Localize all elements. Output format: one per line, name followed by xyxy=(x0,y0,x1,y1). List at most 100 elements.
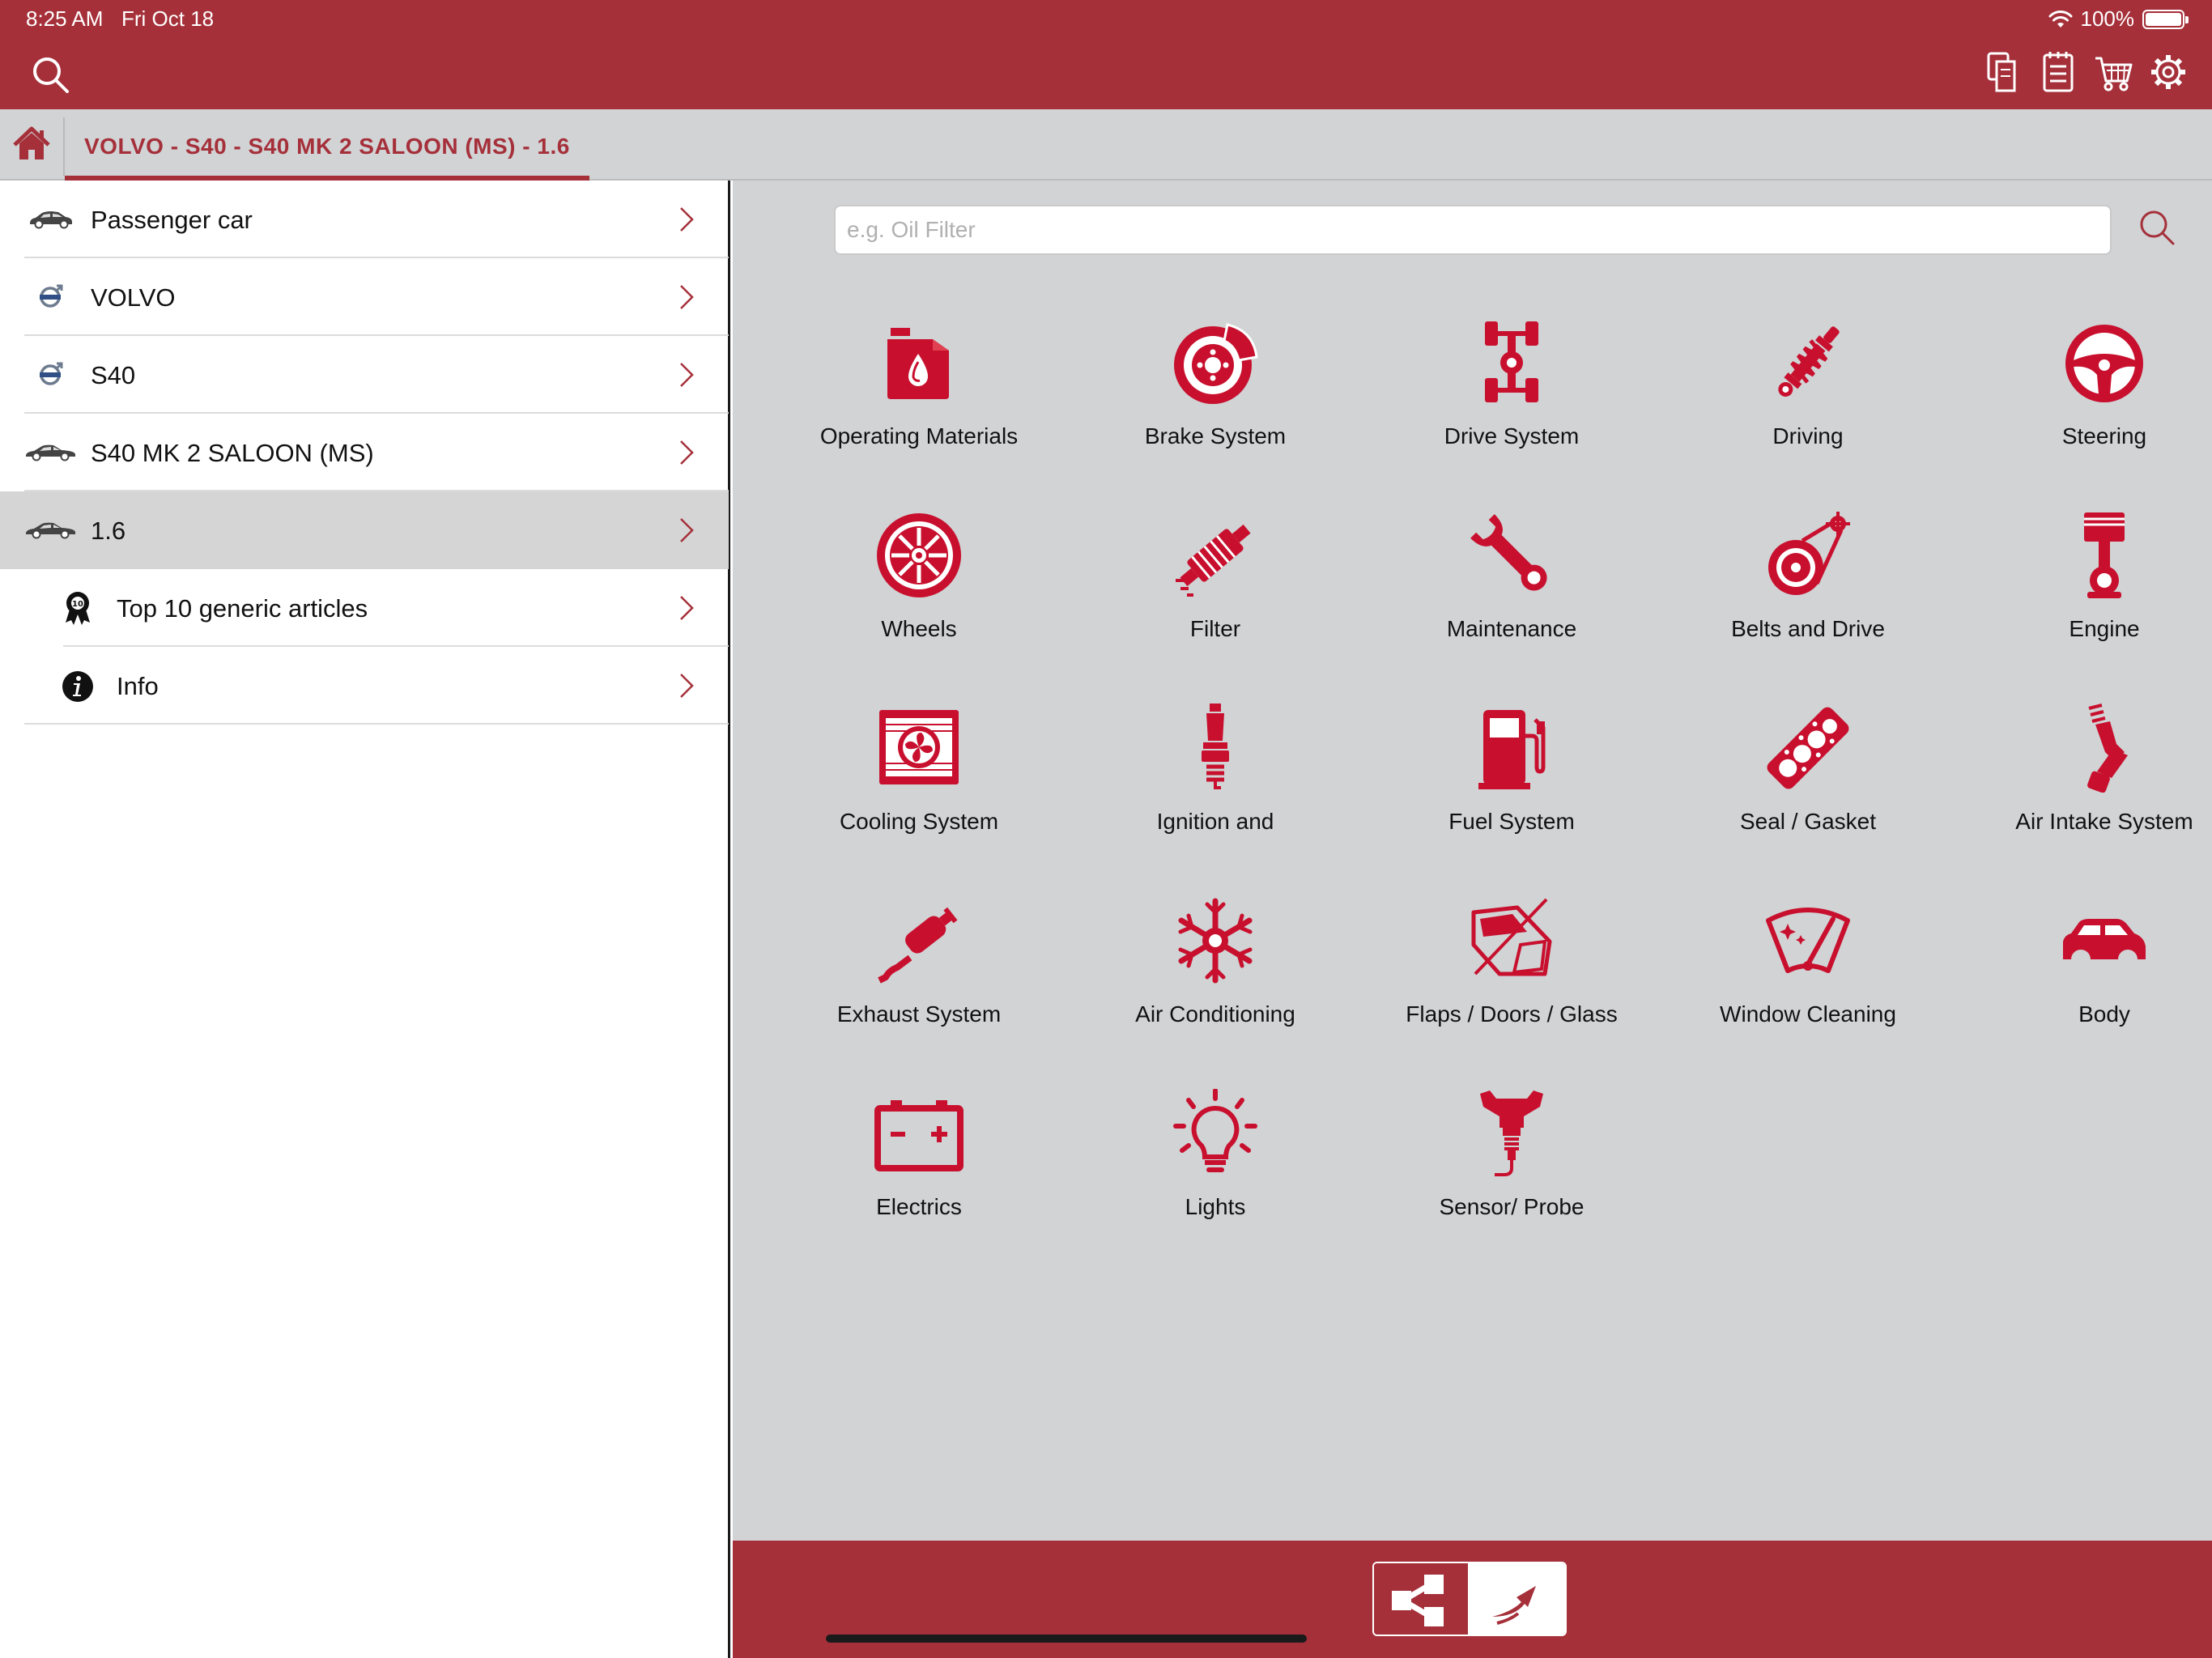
main-panel: Operating Materials Brake System Drive S… xyxy=(733,181,2212,1541)
snowflake-icon xyxy=(1178,898,1253,984)
sidebar-item-label: Passenger car xyxy=(91,206,253,234)
category-label: Fuel System xyxy=(1448,809,1575,834)
category-drive-system[interactable]: Drive System xyxy=(1390,318,1633,480)
radiator-icon xyxy=(879,710,959,784)
category-sensor-probe[interactable]: Sensor/ Probe xyxy=(1390,1089,1633,1251)
category-ignition[interactable]: Ignition and xyxy=(1094,704,1337,865)
category-label: Electrics xyxy=(876,1194,962,1219)
search-icon[interactable] xyxy=(2138,208,2178,249)
category-window-cleaning[interactable]: Window Cleaning xyxy=(1687,896,1929,1058)
category-label: Sensor/ Probe xyxy=(1439,1194,1585,1219)
category-driving[interactable]: Driving xyxy=(1687,318,1929,480)
battery-icon xyxy=(874,1100,963,1171)
chevron-right-icon xyxy=(680,518,694,542)
car-body-icon xyxy=(2063,919,2146,959)
category-label: Engine xyxy=(2069,616,2140,641)
wiper-icon xyxy=(1766,908,1850,973)
arrow-swoosh-icon xyxy=(1492,1586,1536,1625)
category-belts-and-drive[interactable]: Belts and Drive xyxy=(1687,511,1929,673)
volvo-logo-icon xyxy=(40,362,63,385)
category-label: Air Intake System xyxy=(2015,809,2193,834)
category-label: Filter xyxy=(1189,616,1241,641)
air-intake-icon xyxy=(2087,704,2128,793)
chevron-right-icon xyxy=(680,596,694,620)
share-button[interactable] xyxy=(1374,1563,1470,1635)
sidebar-item-volvo[interactable]: VOLVO xyxy=(0,258,729,336)
battery-indicator-icon xyxy=(2142,9,2189,29)
category-steering[interactable]: Steering xyxy=(1983,318,2212,480)
wrench-icon xyxy=(1470,514,1547,591)
category-label: Air Conditioning xyxy=(1135,1001,1295,1027)
category-label: Lights xyxy=(1185,1194,1246,1219)
sensor-icon xyxy=(1480,1090,1543,1176)
category-label: Exhaust System xyxy=(836,1001,1002,1027)
sidebar-item-passenger-car[interactable]: Passenger car xyxy=(0,181,729,258)
sidebar-item-label: Top 10 generic articles xyxy=(117,594,368,623)
view-segmented-control xyxy=(1372,1562,1567,1636)
category-fuel-system[interactable]: Fuel System xyxy=(1390,704,1633,865)
breadcrumb-path[interactable]: VOLVO - S40 - S40 MK 2 SALOON (MS) - 1.6 xyxy=(84,134,570,159)
sidebar-item-top-10[interactable]: 10 Top 10 generic articles xyxy=(0,569,729,647)
sidebar-item-s40-mk2-saloon[interactable]: S40 MK 2 SALOON (MS) xyxy=(0,414,729,491)
sidebar-item-s40[interactable]: S40 xyxy=(0,336,729,414)
sidebar-item-1-6[interactable]: 1.6 xyxy=(0,491,729,569)
cart-icon[interactable] xyxy=(2094,50,2133,94)
documents-icon[interactable] xyxy=(1984,50,2023,94)
toolbar-icons xyxy=(1984,50,2188,94)
chevron-right-icon xyxy=(680,207,694,232)
award-icon: 10 xyxy=(66,592,90,625)
category-electrics[interactable]: Electrics xyxy=(798,1089,1040,1251)
category-lights[interactable]: Lights xyxy=(1094,1089,1337,1251)
category-label: Seal / Gasket xyxy=(1739,809,1877,834)
wifi-icon xyxy=(2048,10,2072,28)
category-exhaust-system[interactable]: Exhaust System xyxy=(798,896,1040,1058)
chevron-right-icon xyxy=(680,440,694,465)
filter-icon xyxy=(1176,524,1251,597)
category-label: Wheels xyxy=(881,616,957,641)
top-bar: 8:25 AM Fri Oct 18 100% xyxy=(0,0,2212,109)
sidebar-item-info[interactable]: Info xyxy=(0,647,729,725)
category-operating-materials[interactable]: Operating Materials xyxy=(798,318,1040,480)
sidebar-item-label: VOLVO xyxy=(91,283,176,312)
category-wheels[interactable]: Wheels xyxy=(798,511,1040,673)
category-cooling-system[interactable]: Cooling System xyxy=(798,704,1040,865)
category-seal-gasket[interactable]: Seal / Gasket xyxy=(1687,704,1929,865)
car-door-icon xyxy=(1471,898,1552,976)
gasket-icon xyxy=(1767,707,1849,789)
drivetrain-icon xyxy=(1485,321,1538,402)
info-icon xyxy=(62,671,93,702)
car-icon xyxy=(30,211,72,229)
chevron-right-icon xyxy=(680,363,694,387)
category-air-conditioning[interactable]: Air Conditioning xyxy=(1094,896,1337,1058)
piston-icon xyxy=(2084,512,2125,598)
category-body[interactable]: Body xyxy=(1983,896,2212,1058)
sidebar-item-label: S40 MK 2 SALOON (MS) xyxy=(91,439,374,467)
category-label: Ignition and xyxy=(1156,809,1274,834)
category-label: Driving xyxy=(1772,423,1844,449)
volvo-logo-icon xyxy=(40,284,63,308)
brake-disc-icon xyxy=(1174,323,1258,404)
gear-icon[interactable] xyxy=(2149,50,2188,94)
sedan-icon xyxy=(26,444,75,461)
search-input[interactable] xyxy=(834,205,2112,255)
category-flaps-doors-glass[interactable]: Flaps / Doors / Glass xyxy=(1390,896,1633,1058)
light-bulb-icon xyxy=(1173,1089,1257,1172)
steering-wheel-icon xyxy=(2065,325,2143,402)
sedan-icon xyxy=(26,522,75,539)
category-air-intake[interactable]: Air Intake System xyxy=(1983,704,2212,865)
notepad-icon[interactable] xyxy=(2039,50,2078,94)
sidebar: Passenger car VOLVO S40 S40 MK 2 SALOON … xyxy=(0,181,730,1658)
search-icon[interactable] xyxy=(31,55,71,96)
category-maintenance[interactable]: Maintenance xyxy=(1390,511,1633,673)
status-time: 8:25 AM xyxy=(26,6,104,31)
category-brake-system[interactable]: Brake System xyxy=(1094,318,1337,480)
category-filter[interactable]: Filter xyxy=(1094,511,1337,673)
chevron-right-icon xyxy=(680,674,694,698)
quick-link-button[interactable] xyxy=(1470,1563,1565,1635)
category-engine[interactable]: Engine xyxy=(1983,511,2212,673)
exhaust-icon xyxy=(878,907,958,984)
svg-text:10: 10 xyxy=(72,600,83,609)
breadcrumb-divider xyxy=(63,117,65,176)
home-icon[interactable] xyxy=(11,124,52,164)
share-tree-icon xyxy=(1392,1575,1444,1626)
